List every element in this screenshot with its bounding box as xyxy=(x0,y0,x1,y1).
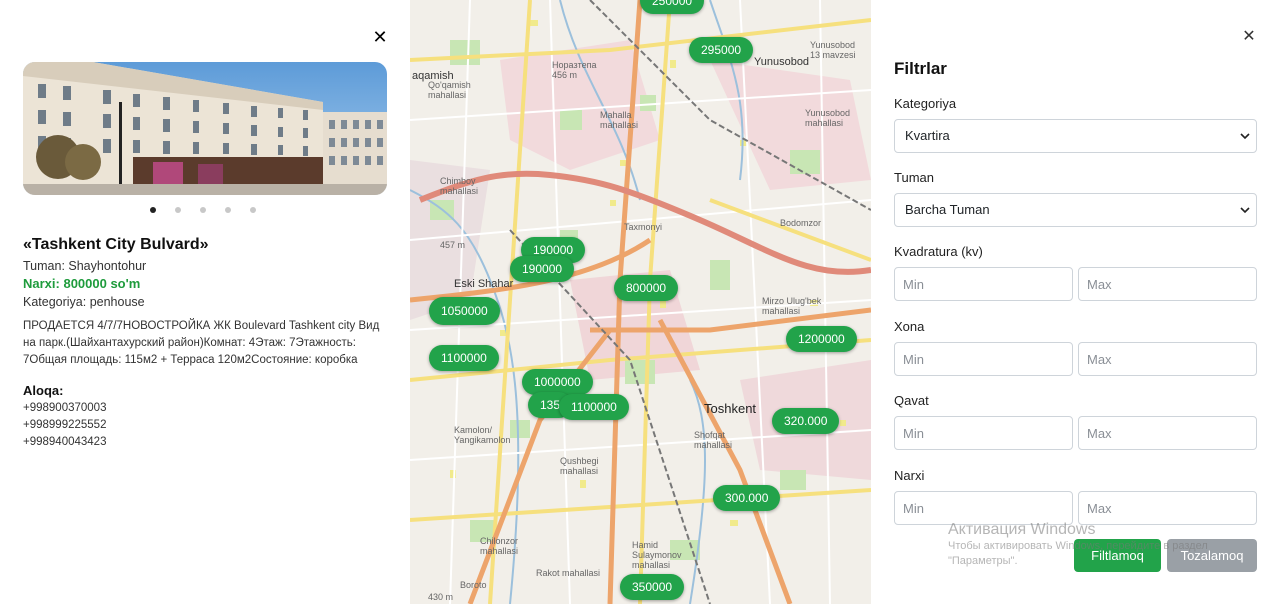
category-select-value: Kvartira xyxy=(905,128,950,143)
district-select[interactable]: Barcha Tuman xyxy=(894,193,1257,227)
carousel-dot[interactable] xyxy=(150,207,156,213)
contact-title: Aloqa: xyxy=(23,383,64,398)
price-marker[interactable]: 190000 xyxy=(510,256,575,282)
map-label: Shofqat mahallasi xyxy=(694,430,733,450)
price-marker[interactable]: 295000 xyxy=(689,37,754,63)
map-label: Chilonzor mahallasi xyxy=(480,536,519,556)
rooms-label: Xona xyxy=(894,319,925,334)
chevron-down-icon xyxy=(1240,133,1250,140)
carousel-dot[interactable] xyxy=(225,207,231,213)
price-max-input[interactable] xyxy=(1078,491,1257,525)
map-label: Yunusobod xyxy=(754,56,810,68)
map-label: Mahalla mahallasi xyxy=(600,110,639,130)
price-marker[interactable]: 320.000 xyxy=(772,408,840,434)
map-label: Bodomzor xyxy=(780,218,822,228)
map-label: Yunusobod mahallasi xyxy=(805,108,851,128)
listing-category: Kategoriya: penhouse xyxy=(23,295,145,309)
close-icon[interactable]: ✕ xyxy=(1241,29,1257,45)
price-marker[interactable]: 1200000 xyxy=(786,326,857,352)
listing-photo-image xyxy=(23,62,387,195)
carousel-dot[interactable] xyxy=(250,207,256,213)
map-label: Mirzo Ulug'bek mahallasi xyxy=(762,296,822,316)
price-marker[interactable]: 250000 xyxy=(640,0,705,14)
map-label: Rakot mahallasi xyxy=(536,568,601,578)
listing-detail-panel: ✕ «Tashkent City Bulvard» Tuman: Shayhon… xyxy=(0,0,410,604)
category-select[interactable]: Kvartira xyxy=(894,119,1257,153)
price-label: Narxi xyxy=(894,468,925,483)
map-label: Eski Shahar xyxy=(454,278,514,290)
area-max-input[interactable] xyxy=(1078,267,1257,301)
contact-phone[interactable]: +998940043423 xyxy=(23,436,106,448)
filter-title: Filtrlar xyxy=(894,59,947,78)
price-marker[interactable]: 1100000 xyxy=(559,394,629,420)
listing-title: «Tashkent City Bulvard» xyxy=(23,236,209,253)
listing-price: Narxi: 800000 so'm xyxy=(23,276,141,291)
carousel-dot[interactable] xyxy=(200,207,206,213)
chevron-down-icon xyxy=(1240,207,1250,214)
reset-filter-button[interactable]: Tozalamoq xyxy=(1167,539,1257,572)
map-label: Qushbegi mahallasi xyxy=(560,456,599,476)
floor-label: Qavat xyxy=(894,393,929,408)
map-label: Hamid Sulaymonov mahallasi xyxy=(632,540,682,570)
close-icon[interactable]: ✕ xyxy=(371,28,389,46)
area-min-input[interactable] xyxy=(894,267,1073,301)
map-label: 457 m xyxy=(440,240,466,250)
map-label: Taxmonyi xyxy=(624,222,663,232)
price-marker[interactable]: 800000 xyxy=(614,275,679,301)
map-label: Chimboy mahallasi xyxy=(440,176,479,196)
area-label: Kvadratura (kv) xyxy=(894,244,983,259)
floor-max-input[interactable] xyxy=(1078,416,1257,450)
map[interactable]: Yunusobod Yunusobod 13 mavzesi Ноpaзтепа… xyxy=(410,0,871,604)
price-marker[interactable]: 350000 xyxy=(620,574,685,600)
price-min-input[interactable] xyxy=(894,491,1073,525)
map-label: Kamolon/ Yangikamolon xyxy=(454,425,511,445)
map-label: Ноpaзтепа 456 m xyxy=(552,60,597,80)
listing-description: ПРОДАЕТСЯ 4/7/7НОВОСТРОЙКА ЖК Boulevard … xyxy=(23,320,380,366)
map-label: Yunusobod 13 mavzesi xyxy=(810,40,856,60)
map-label: Boroto xyxy=(460,580,487,590)
district-label: Tuman xyxy=(894,170,934,185)
price-marker[interactable]: 1100000 xyxy=(429,345,499,371)
map-label: Toshkent xyxy=(704,401,757,416)
map-label: Qo'qamish mahallasi xyxy=(428,80,471,100)
category-label: Kategoriya xyxy=(894,96,957,111)
listing-photo[interactable] xyxy=(23,62,387,195)
rooms-min-input[interactable] xyxy=(894,342,1073,376)
floor-min-input[interactable] xyxy=(894,416,1073,450)
district-select-value: Barcha Tuman xyxy=(905,202,990,217)
contact-phone[interactable]: +998900370003 xyxy=(23,402,106,414)
map-label: 430 m xyxy=(428,592,454,602)
listing-district: Tuman: Shayhontohur xyxy=(23,259,147,273)
apply-filter-button[interactable]: Filtlamoq xyxy=(1074,539,1161,572)
price-marker[interactable]: 300.000 xyxy=(713,485,781,511)
price-marker[interactable]: 1050000 xyxy=(429,297,500,325)
filter-panel: ✕ Filtrlar Kategoriya Kvartira Tuman Bar… xyxy=(871,0,1280,604)
carousel-dots xyxy=(150,207,256,213)
contact-phone[interactable]: +998999225552 xyxy=(23,419,106,431)
carousel-dot[interactable] xyxy=(175,207,181,213)
rooms-max-input[interactable] xyxy=(1078,342,1257,376)
